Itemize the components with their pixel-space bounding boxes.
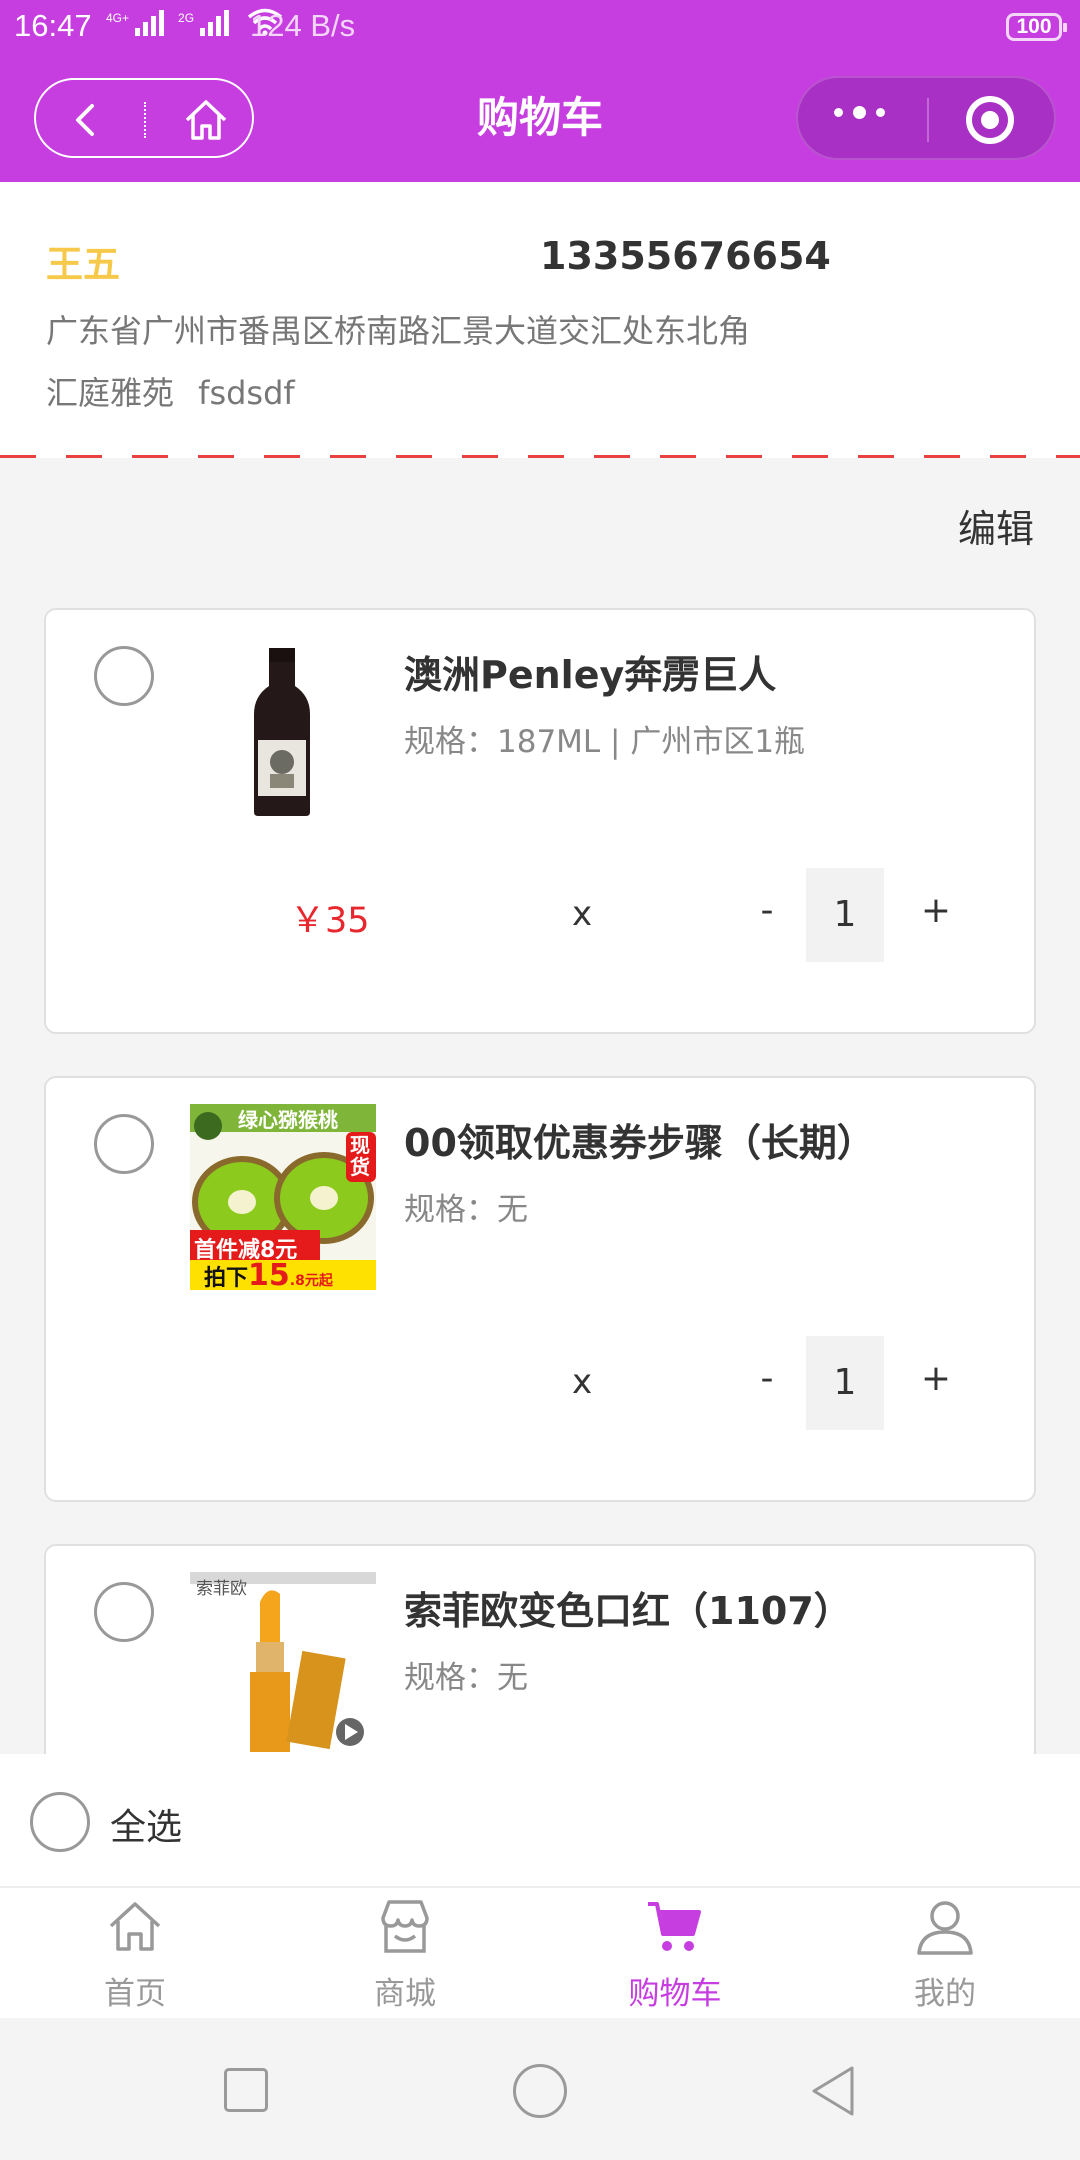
system-home-icon[interactable] <box>513 2064 567 2118</box>
item-title[interactable]: 00领取优惠券步骤（长期） <box>404 1112 875 1167</box>
cart-item: 绿心猕猴桃 现货 首件减8元 拍下15.8元起 00领取优惠券步骤（长期） 规格… <box>44 1076 1036 1502</box>
store-icon <box>381 1900 429 1953</box>
decrease-quantity-button[interactable]: - <box>752 890 782 931</box>
tab-label: 首页 <box>104 1976 166 2012</box>
quantity-value[interactable]: 1 <box>806 1336 884 1430</box>
kiwi-price-big: 15 <box>248 1258 290 1290</box>
kiwi-stock-text: 现货 <box>350 1133 370 1179</box>
tab-label: 商城 <box>374 1976 436 2012</box>
address-line-2: 汇庭雅苑 fsdsdf <box>46 374 295 412</box>
item-title[interactable]: 索菲欧变色口红（1107） <box>404 1580 852 1635</box>
tab-bar: 首页 商城 购物车 我的 <box>0 1886 1080 2018</box>
item-checkbox[interactable] <box>94 1582 154 1642</box>
kiwi-price-prefix: 拍下 <box>204 1266 249 1290</box>
item-checkbox[interactable] <box>94 646 154 706</box>
cart-item: 澳洲Penley奔雳巨人 规格：187ML | 广州市区1瓶 ￥35 x - 1… <box>44 608 1036 1034</box>
lipstick-image[interactable]: 索菲欧 <box>190 1572 376 1758</box>
network-type-1: 4G+ <box>106 11 130 25</box>
quantity-times-sign: x <box>572 1362 593 1402</box>
address-dashed-border <box>0 455 1080 458</box>
page-title: 购物车 <box>476 93 603 142</box>
network-type-2: 2G <box>178 11 195 25</box>
nav-capsule-left <box>34 78 254 158</box>
recipient-phone: 13355676654 <box>540 234 831 278</box>
recent-apps-icon[interactable] <box>224 2068 268 2112</box>
quantity-times-sign: x <box>572 894 593 934</box>
back-icon[interactable] <box>64 98 108 142</box>
item-checkbox[interactable] <box>94 1114 154 1174</box>
kiwi-promo-image[interactable]: 绿心猕猴桃 现货 首件减8元 拍下15.8元起 <box>190 1104 376 1290</box>
item-title[interactable]: 澳洲Penley奔雳巨人 <box>404 644 776 699</box>
increase-quantity-button[interactable]: + <box>916 1358 956 1399</box>
recipient-name: 王五 <box>46 243 120 286</box>
home-icon <box>109 1902 161 1951</box>
signal-bars-1-icon <box>135 8 165 36</box>
kiwi-price-small: .8元起 <box>289 1273 333 1289</box>
tab-profile[interactable]: 我的 <box>810 1888 1080 2018</box>
more-icon[interactable] <box>834 106 885 119</box>
battery-icon: 100 <box>1006 13 1067 41</box>
increase-quantity-button[interactable]: + <box>916 890 956 931</box>
nav-capsule-right <box>796 76 1056 160</box>
item-spec: 规格：无 <box>404 1192 528 1228</box>
network-speed: 124 B/s <box>250 8 356 43</box>
quantity-value[interactable]: 1 <box>806 868 884 962</box>
tab-cart[interactable]: 购物车 <box>540 1888 810 2018</box>
tab-store[interactable]: 商城 <box>270 1888 540 2018</box>
cart-icon <box>648 1902 701 1951</box>
status-bar: 16:47 4G+ 2G 124 B/s 100 <box>0 0 1080 56</box>
home-icon[interactable] <box>182 96 230 144</box>
item-spec: 规格：无 <box>404 1660 528 1696</box>
item-spec: 规格：187ML | 广州市区1瓶 <box>404 724 806 760</box>
select-all-bar: 全选 <box>0 1754 1080 1886</box>
edit-button[interactable]: 编辑 <box>958 498 1034 553</box>
signal-bars-2-icon <box>200 8 230 36</box>
user-icon <box>917 1901 973 1955</box>
capsule-divider <box>144 102 146 138</box>
select-all-checkbox[interactable] <box>30 1792 90 1852</box>
system-nav-bar <box>0 2018 1080 2160</box>
kiwi-price-text: 拍下15.8元起 <box>204 1258 333 1290</box>
close-miniprogram-icon[interactable] <box>966 96 1014 144</box>
address-line-1: 广东省广州市番禺区桥南路汇景大道交汇处东北角 <box>46 312 751 350</box>
system-back-icon[interactable] <box>808 2064 858 2118</box>
status-time: 16:47 <box>14 8 92 43</box>
select-all-label[interactable]: 全选 <box>110 1798 182 1850</box>
capsule-divider <box>927 98 929 142</box>
nav-bar: 购物车 <box>0 56 1080 182</box>
item-price: ￥35 <box>290 901 370 941</box>
tab-label: 我的 <box>914 1976 976 2012</box>
shipping-address[interactable]: 王五 13355676654 广东省广州市番禺区桥南路汇景大道交汇处东北角 汇庭… <box>0 182 1080 458</box>
lipstick-brand-text: 索菲欧 <box>196 1579 247 1599</box>
wine-bottle-image[interactable] <box>190 636 376 822</box>
decrease-quantity-button[interactable]: - <box>752 1358 782 1399</box>
tab-home[interactable]: 首页 <box>0 1888 270 2018</box>
kiwi-banner-text: 绿心猕猴桃 <box>238 1108 338 1132</box>
tab-label: 购物车 <box>628 1976 722 2012</box>
